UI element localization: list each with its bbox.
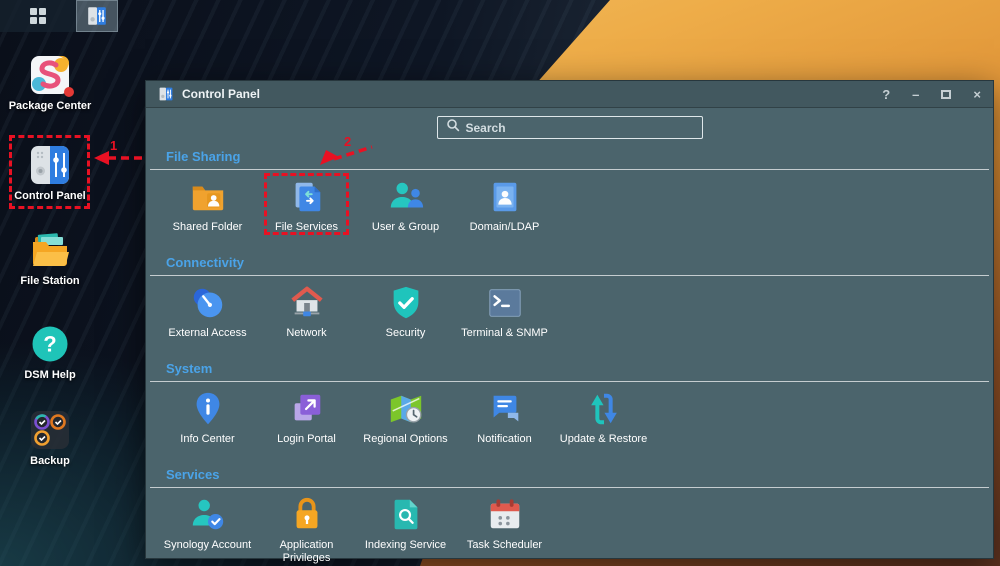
desktop-icon-dsm-help[interactable]: ? DSM Help [4, 322, 96, 382]
control-panel-item-update-restore[interactable]: Update & Restore [554, 388, 653, 446]
main-menu-grid-icon [27, 5, 49, 27]
notification-icon [486, 390, 524, 428]
desktop-icon-package-center[interactable]: Package Center [4, 53, 96, 113]
item-label: Network [286, 327, 327, 339]
control-panel-item-shared-folder[interactable]: Shared Folder [158, 176, 257, 234]
update-restore-icon [585, 390, 623, 428]
control-panel-icon [86, 5, 108, 27]
desktop-icon-label: File Station [20, 275, 80, 287]
user-group-icon [387, 178, 425, 216]
item-label: Task Scheduler [466, 539, 543, 551]
terminal-snmp-icon [486, 284, 524, 322]
window-titlebar[interactable]: Control Panel ? – × [146, 81, 993, 108]
login-portal-icon [288, 390, 326, 428]
item-label: File Services [275, 221, 338, 233]
backup-icon [28, 408, 72, 452]
taskbar-button-main-menu[interactable] [0, 0, 76, 32]
control-panel-item-login-portal[interactable]: Login Portal [257, 388, 356, 446]
dsm-help-icon: ? [28, 322, 72, 366]
synology-account-icon [189, 496, 227, 534]
dsm-desktop: Package Center Control Panel File Station?… [0, 0, 1000, 566]
search-area: Search [146, 108, 993, 146]
control-panel-item-security[interactable]: Security [356, 282, 455, 340]
control-panel-item-notification[interactable]: Notification [455, 388, 554, 446]
search-icon [446, 118, 460, 137]
item-label: Shared Folder [172, 221, 243, 233]
control-panel-item-application-privileges[interactable]: Application Privileges [257, 494, 356, 565]
desktop-icon-label: Control Panel [14, 190, 86, 202]
section-file-sharing: File Sharing Shared Folder File Services Us… [150, 149, 989, 235]
control-panel-item-terminal-snmp[interactable]: Terminal & SNMP [455, 282, 554, 340]
shared-folder-icon [189, 178, 227, 216]
domain-ldap-icon [486, 178, 524, 216]
control-panel-item-regional-options[interactable]: Regional Options [356, 388, 455, 446]
desktop-icon-label: DSM Help [24, 369, 76, 381]
task-scheduler-icon [486, 496, 524, 534]
item-label: Indexing Service [364, 539, 447, 551]
desktop-icon-backup[interactable]: Backup [4, 408, 96, 468]
section-connectivity: Connectivity External Access Network Securi… [150, 255, 989, 340]
section-title: Services [166, 467, 220, 482]
section-title: Connectivity [166, 255, 245, 270]
item-label: Login Portal [277, 433, 336, 445]
item-label: Info Center [180, 433, 235, 445]
help-icon[interactable]: ? [882, 88, 890, 101]
indexing-service-icon [387, 496, 425, 534]
item-label: Application Privileges [279, 539, 334, 564]
maximize-icon[interactable] [941, 89, 952, 99]
desktop-icon-file-station[interactable]: File Station [4, 228, 96, 288]
item-label: User & Group [371, 221, 440, 233]
section-title: File Sharing [166, 149, 241, 164]
control-panel-window: Control Panel ? – × Search File Sharing S… [145, 80, 994, 564]
security-icon [387, 284, 425, 322]
section-services: Services Synology Account Application Priv… [150, 467, 989, 565]
network-icon [288, 284, 326, 322]
item-label: Update & Restore [559, 433, 648, 445]
window-title: Control Panel [182, 87, 261, 101]
item-label: Terminal & SNMP [461, 327, 548, 339]
control-panel-item-domain-ldap[interactable]: Domain/LDAP [455, 176, 554, 234]
info-center-icon [189, 390, 227, 428]
search-input[interactable]: Search [436, 116, 703, 139]
item-label: External Access [168, 327, 247, 339]
control-panel-item-network[interactable]: Network [257, 282, 356, 340]
control-panel-item-synology-account[interactable]: Synology Account [158, 494, 257, 565]
search-placeholder: Search [465, 120, 506, 135]
package-center-icon [28, 53, 74, 97]
application-privileges-icon [288, 496, 326, 534]
taskbar [0, 0, 120, 32]
control-panel-item-user-group[interactable]: User & Group [356, 176, 455, 234]
item-label: Domain/LDAP [469, 221, 540, 233]
control-panel-item-external-access[interactable]: External Access [158, 282, 257, 340]
item-label: Notification [477, 433, 532, 445]
close-icon[interactable]: × [973, 88, 981, 101]
svg-text:?: ? [43, 332, 56, 357]
minimize-icon[interactable]: – [912, 88, 919, 101]
item-label: Synology Account [163, 539, 252, 551]
desktop-icon-label: Backup [30, 455, 70, 467]
control-panel-icon [158, 86, 174, 102]
file-station-icon [28, 228, 72, 272]
control-panel-item-task-scheduler[interactable]: Task Scheduler [455, 494, 554, 565]
desktop-icon-label: Package Center [8, 100, 92, 112]
notification-badge [64, 87, 74, 97]
section-system: System Info Center Login Portal Regional Op… [150, 361, 989, 446]
control-panel-item-indexing-service[interactable]: Indexing Service [356, 494, 455, 565]
desktop-icon-control-panel[interactable]: Control Panel [4, 135, 96, 209]
file-services-icon [288, 178, 326, 216]
section-title: System [166, 361, 213, 376]
control-panel-item-info-center[interactable]: Info Center [158, 388, 257, 446]
item-label: Regional Options [363, 433, 448, 445]
taskbar-button-control-panel[interactable] [76, 0, 118, 32]
external-access-icon [189, 284, 227, 322]
item-label: Security [385, 327, 426, 339]
control-panel-desktop-icon [28, 143, 72, 187]
regional-options-icon [387, 390, 425, 428]
control-panel-item-file-services[interactable]: File Services [257, 173, 356, 235]
